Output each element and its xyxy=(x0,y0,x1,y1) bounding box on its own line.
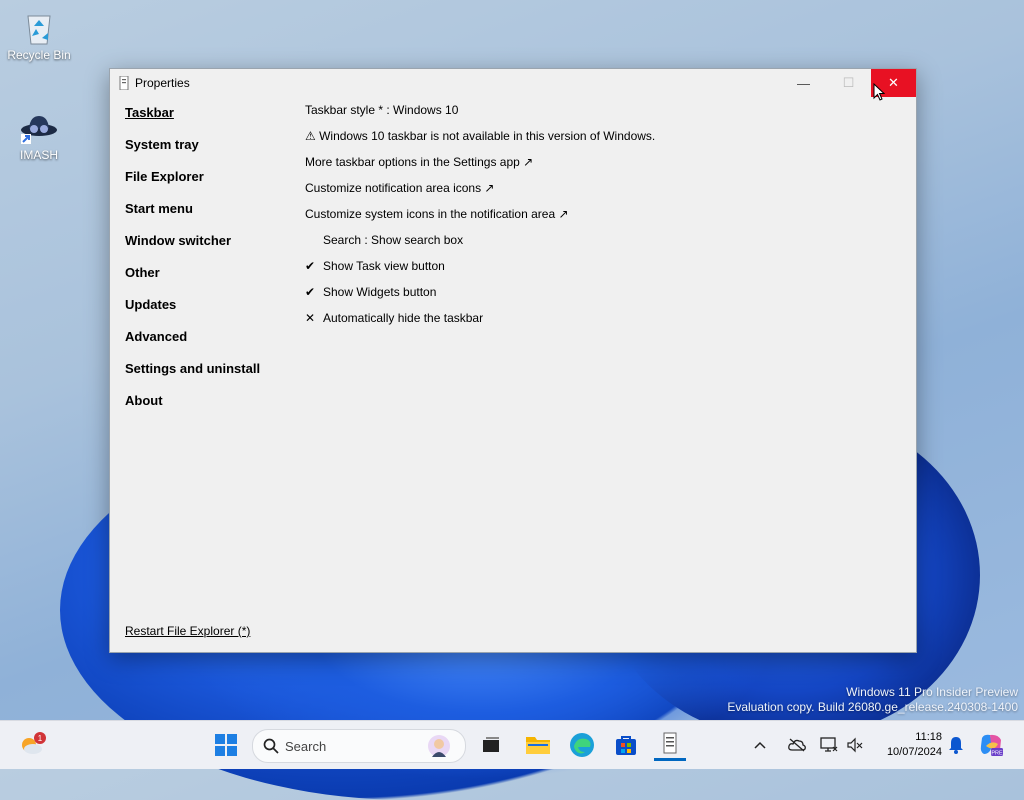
edge-button[interactable] xyxy=(566,729,598,761)
notification-icons-link[interactable]: Customize notification area icons ↗ xyxy=(305,181,655,207)
sidebar-item-system-tray[interactable]: System tray xyxy=(125,137,295,169)
copilot-pre-badge: PRE xyxy=(991,751,1003,757)
widgets-toggle[interactable]: ✔ Show Widgets button xyxy=(305,285,655,311)
start-icon xyxy=(215,734,237,756)
clock-time: 11:18 xyxy=(915,731,942,743)
file-explorer-icon xyxy=(526,737,550,754)
properties-app-icon xyxy=(119,76,129,90)
evaluation-watermark: Windows 11 Pro Insider Preview Evaluatio… xyxy=(727,685,1018,714)
edge-icon xyxy=(570,733,594,757)
sidebar-item-taskbar[interactable]: Taskbar xyxy=(125,105,295,137)
start-button[interactable] xyxy=(210,729,242,761)
network-tray[interactable] xyxy=(818,729,840,761)
clock-date: 10/07/2024 xyxy=(886,746,942,758)
sidebar-item-settings-uninstall[interactable]: Settings and uninstall xyxy=(125,361,295,393)
copilot-icon: PRE xyxy=(980,734,1003,757)
maximize-button[interactable]: ☐ xyxy=(826,69,871,97)
sidebar-item-file-explorer[interactable]: File Explorer xyxy=(125,169,295,201)
sidebar: Taskbar System tray File Explorer Start … xyxy=(125,105,295,425)
bell-icon xyxy=(949,737,963,754)
weather-badge: 1 xyxy=(38,734,43,743)
autohide-toggle[interactable]: ✕ Automatically hide the taskbar xyxy=(305,311,655,337)
desktop-icon-label: IMASH xyxy=(19,148,58,162)
properties-app-icon xyxy=(663,732,677,753)
mouse-cursor-icon xyxy=(873,83,885,101)
title-bar[interactable]: Properties — ☐ ✕ xyxy=(110,69,916,97)
network-icon xyxy=(820,737,838,752)
search-icon xyxy=(263,738,279,754)
task-view-icon xyxy=(483,737,499,752)
clock[interactable]: 11:18 10/07/2024 xyxy=(872,730,942,760)
sidebar-item-start-menu[interactable]: Start menu xyxy=(125,201,295,233)
search-option[interactable]: Search : Show search box xyxy=(305,233,655,259)
properties-window: Properties — ☐ ✕ Taskbar System tray Fil… xyxy=(109,68,917,653)
minimize-button[interactable]: — xyxy=(781,69,826,97)
show-hidden-icons-button[interactable] xyxy=(750,729,770,761)
file-explorer-button[interactable] xyxy=(522,729,554,761)
taskbar: 1 Search 11:18 10/07/2024 PRE xyxy=(0,720,1024,769)
store-button[interactable] xyxy=(610,729,642,761)
window-title: Properties xyxy=(135,76,190,90)
cloud-off-icon xyxy=(788,738,806,752)
sidebar-item-advanced[interactable]: Advanced xyxy=(125,329,295,361)
properties-taskbar-button[interactable] xyxy=(654,729,686,761)
copilot-button[interactable]: PRE xyxy=(976,729,1006,761)
sidebar-item-window-switcher[interactable]: Window switcher xyxy=(125,233,295,265)
sidebar-item-updates[interactable]: Updates xyxy=(125,297,295,329)
search-placeholder: Search xyxy=(285,738,327,754)
settings-app-link[interactable]: More taskbar options in the Settings app… xyxy=(305,155,655,181)
notifications-button[interactable] xyxy=(944,729,968,761)
desktop-icon-label: Recycle Bin xyxy=(7,48,71,62)
taskbar-search-box[interactable]: Search xyxy=(252,729,466,763)
store-icon xyxy=(616,736,636,755)
weather-widget[interactable]: 1 xyxy=(16,729,48,761)
search-highlight-icon xyxy=(428,735,450,757)
checkmark-icon: ✔ xyxy=(305,285,316,299)
warning-text: ⚠ Windows 10 taskbar is not available in… xyxy=(305,129,656,143)
task-view-button[interactable] xyxy=(475,729,507,761)
desktop-icon-recycle-bin[interactable]: Recycle Bin xyxy=(1,8,77,62)
onedrive-tray[interactable] xyxy=(786,729,808,761)
task-view-toggle[interactable]: ✔ Show Task view button xyxy=(305,259,655,285)
spy-hat-icon xyxy=(20,108,58,146)
restart-explorer-link[interactable]: Restart File Explorer (*) xyxy=(125,624,250,638)
cross-icon: ✕ xyxy=(305,311,316,325)
checkmark-icon: ✔ xyxy=(305,259,316,273)
volume-tray[interactable] xyxy=(844,729,866,761)
weather-icon: 1 xyxy=(22,732,46,754)
taskbar-style-option[interactable]: Taskbar style * : Windows 10 xyxy=(305,103,655,129)
desktop-icon-imash[interactable]: IMASH xyxy=(1,108,77,162)
volume-off-icon xyxy=(847,737,863,753)
chevron-up-icon xyxy=(754,741,766,749)
recycle-bin-icon xyxy=(20,8,58,46)
system-icons-link[interactable]: Customize system icons in the notificati… xyxy=(305,207,655,233)
sidebar-item-about[interactable]: About xyxy=(125,393,295,425)
settings-content: Taskbar style * : Windows 10 ⚠ Windows 1… xyxy=(305,103,655,337)
sidebar-item-other[interactable]: Other xyxy=(125,265,295,297)
